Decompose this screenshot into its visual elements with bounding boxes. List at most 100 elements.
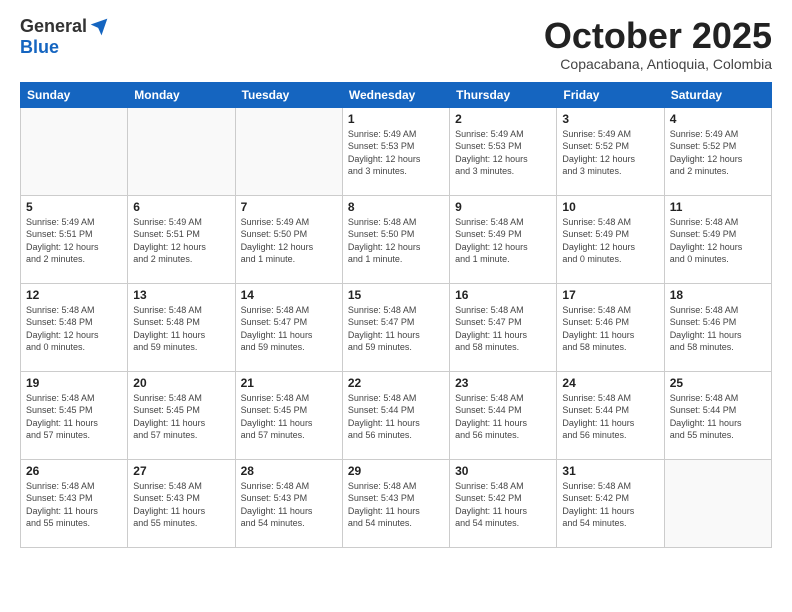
day-number: 3 (562, 112, 658, 126)
day-number: 15 (348, 288, 444, 302)
header: General Blue October 2025 Copacabana, An… (20, 16, 772, 72)
day-number: 27 (133, 464, 229, 478)
calendar-header-thursday: Thursday (450, 82, 557, 107)
day-info: Sunrise: 5:49 AM Sunset: 5:51 PM Dayligh… (133, 216, 229, 266)
calendar-header-friday: Friday (557, 82, 664, 107)
calendar-cell: 24 Sunrise: 5:48 AM Sunset: 5:44 PM Dayli… (557, 371, 664, 459)
calendar-cell: 16Sunrise: 5:48 AM Sunset: 5:47 PM Dayli… (450, 283, 557, 371)
day-info: Sunrise: 5:48 AM Sunset: 5:44 PM Dayligh… (455, 392, 551, 442)
calendar-cell: 10Sunrise: 5:48 AM Sunset: 5:49 PM Dayli… (557, 195, 664, 283)
calendar-cell: 21 Sunrise: 5:48 AM Sunset: 5:45 PM Dayli… (235, 371, 342, 459)
calendar-cell: 2 Sunrise: 5:49 AM Sunset: 5:53 PM Daylig… (450, 107, 557, 195)
day-number: 12 (26, 288, 122, 302)
calendar-table: SundayMondayTuesdayWednesdayThursdayFrid… (20, 82, 772, 548)
day-info: Sunrise: 5:48 AM Sunset: 5:44 PM Dayligh… (670, 392, 766, 442)
calendar-cell: 19Sunrise: 5:48 AM Sunset: 5:45 PM Dayli… (21, 371, 128, 459)
calendar-cell: 23 Sunrise: 5:48 AM Sunset: 5:44 PM Dayli… (450, 371, 557, 459)
calendar-cell: 28 Sunrise: 5:48 AM Sunset: 5:43 PM Dayli… (235, 459, 342, 547)
calendar-week-row: 19 Sunrise: 5:48 AM Sunset: 5:45 PM Dayli… (21, 371, 772, 459)
day-number: 23 (455, 376, 551, 390)
day-number: 7 (241, 200, 337, 214)
calendar-cell: 15 Sunrise: 5:48 AM Sunset: 5:47 PM Dayli… (342, 283, 449, 371)
calendar-cell: 29Sunrise: 5:48 AM Sunset: 5:43 PM Dayli… (342, 459, 449, 547)
calendar-cell: 31 Sunrise: 5:48 AM Sunset: 5:42 PM Dayli… (557, 459, 664, 547)
day-number: 4 (670, 112, 766, 126)
day-info: Sunrise: 5:48 AM Sunset: 5:45 PM Dayligh… (133, 392, 229, 442)
page: General Blue October 2025 Copacabana, An… (0, 0, 792, 612)
calendar-header-monday: Monday (128, 82, 235, 107)
day-info: Sunrise: 5:48 AM Sunset: 5:50 PM Dayligh… (348, 216, 444, 266)
day-info: Sunrise: 5:49 AM Sunset: 5:50 PM Dayligh… (241, 216, 337, 266)
calendar-header-tuesday: Tuesday (235, 82, 342, 107)
day-info: Sunrise: 5:48 AM Sunset: 5:43 PM Dayligh… (241, 480, 337, 530)
day-number: 19 (26, 376, 122, 390)
day-info: Sunrise: 5:48 AM Sunset: 5:46 PM Dayligh… (562, 304, 658, 354)
day-info: Sunrise: 5:48 AM Sunset: 5:47 PM Dayligh… (348, 304, 444, 354)
day-info: Sunrise: 5:48 AM Sunset: 5:47 PM Dayligh… (241, 304, 337, 354)
day-number: 6 (133, 200, 229, 214)
day-number: 5 (26, 200, 122, 214)
logo: General Blue (20, 16, 109, 58)
day-info: Sunrise: 5:48 AM Sunset: 5:44 PM Dayligh… (562, 392, 658, 442)
day-number: 31 (562, 464, 658, 478)
calendar-cell: 20 Sunrise: 5:48 AM Sunset: 5:45 PM Dayli… (128, 371, 235, 459)
calendar-cell: 26Sunrise: 5:48 AM Sunset: 5:43 PM Dayli… (21, 459, 128, 547)
day-info: Sunrise: 5:49 AM Sunset: 5:52 PM Dayligh… (562, 128, 658, 178)
calendar-cell: 6 Sunrise: 5:49 AM Sunset: 5:51 PM Daylig… (128, 195, 235, 283)
logo-blue-text: Blue (20, 37, 59, 58)
day-number: 28 (241, 464, 337, 478)
calendar-cell (21, 107, 128, 195)
day-info: Sunrise: 5:48 AM Sunset: 5:49 PM Dayligh… (562, 216, 658, 266)
day-number: 29 (348, 464, 444, 478)
calendar-cell: 18Sunrise: 5:48 AM Sunset: 5:46 PM Dayli… (664, 283, 771, 371)
calendar-cell (235, 107, 342, 195)
day-number: 8 (348, 200, 444, 214)
day-number: 30 (455, 464, 551, 478)
day-info: Sunrise: 5:49 AM Sunset: 5:52 PM Dayligh… (670, 128, 766, 178)
day-info: Sunrise: 5:48 AM Sunset: 5:46 PM Dayligh… (670, 304, 766, 354)
calendar-cell: 27Sunrise: 5:48 AM Sunset: 5:43 PM Dayli… (128, 459, 235, 547)
day-number: 17 (562, 288, 658, 302)
day-info: Sunrise: 5:48 AM Sunset: 5:49 PM Dayligh… (670, 216, 766, 266)
calendar-cell: 17 Sunrise: 5:48 AM Sunset: 5:46 PM Dayli… (557, 283, 664, 371)
day-number: 26 (26, 464, 122, 478)
calendar-cell (664, 459, 771, 547)
day-info: Sunrise: 5:48 AM Sunset: 5:42 PM Dayligh… (562, 480, 658, 530)
day-number: 16 (455, 288, 551, 302)
calendar-cell: 12 Sunrise: 5:48 AM Sunset: 5:48 PM Dayli… (21, 283, 128, 371)
day-info: Sunrise: 5:48 AM Sunset: 5:45 PM Dayligh… (241, 392, 337, 442)
day-number: 24 (562, 376, 658, 390)
day-number: 1 (348, 112, 444, 126)
calendar-cell: 22Sunrise: 5:48 AM Sunset: 5:44 PM Dayli… (342, 371, 449, 459)
day-number: 2 (455, 112, 551, 126)
day-number: 14 (241, 288, 337, 302)
calendar-cell: 3 Sunrise: 5:49 AM Sunset: 5:52 PM Daylig… (557, 107, 664, 195)
calendar-cell: 9 Sunrise: 5:48 AM Sunset: 5:49 PM Daylig… (450, 195, 557, 283)
day-info: Sunrise: 5:48 AM Sunset: 5:48 PM Dayligh… (26, 304, 122, 354)
calendar-header-saturday: Saturday (664, 82, 771, 107)
calendar-week-row: 26 Sunrise: 5:48 AM Sunset: 5:43 PM Dayli… (21, 459, 772, 547)
calendar-week-row: 12 Sunrise: 5:48 AM Sunset: 5:48 PM Dayli… (21, 283, 772, 371)
calendar-header-wednesday: Wednesday (342, 82, 449, 107)
calendar-week-row: 1 Sunrise: 5:49 AM Sunset: 5:53 PM Daylig… (21, 107, 772, 195)
day-info: Sunrise: 5:49 AM Sunset: 5:53 PM Dayligh… (455, 128, 551, 178)
day-number: 9 (455, 200, 551, 214)
day-number: 25 (670, 376, 766, 390)
day-number: 21 (241, 376, 337, 390)
calendar-cell: 7 Sunrise: 5:49 AM Sunset: 5:50 PM Daylig… (235, 195, 342, 283)
logo-bird-icon (89, 17, 109, 37)
calendar-cell: 25 Sunrise: 5:48 AM Sunset: 5:44 PM Dayli… (664, 371, 771, 459)
calendar-cell: 13Sunrise: 5:48 AM Sunset: 5:48 PM Dayli… (128, 283, 235, 371)
day-number: 20 (133, 376, 229, 390)
day-number: 22 (348, 376, 444, 390)
calendar-cell: 8 Sunrise: 5:48 AM Sunset: 5:50 PM Daylig… (342, 195, 449, 283)
calendar-header-sunday: Sunday (21, 82, 128, 107)
day-number: 11 (670, 200, 766, 214)
subtitle: Copacabana, Antioquia, Colombia (544, 56, 772, 72)
day-number: 13 (133, 288, 229, 302)
day-info: Sunrise: 5:48 AM Sunset: 5:49 PM Dayligh… (455, 216, 551, 266)
day-info: Sunrise: 5:49 AM Sunset: 5:53 PM Dayligh… (348, 128, 444, 178)
day-info: Sunrise: 5:49 AM Sunset: 5:51 PM Dayligh… (26, 216, 122, 266)
calendar-cell: 30Sunrise: 5:48 AM Sunset: 5:42 PM Dayli… (450, 459, 557, 547)
month-title: October 2025 (544, 16, 772, 56)
